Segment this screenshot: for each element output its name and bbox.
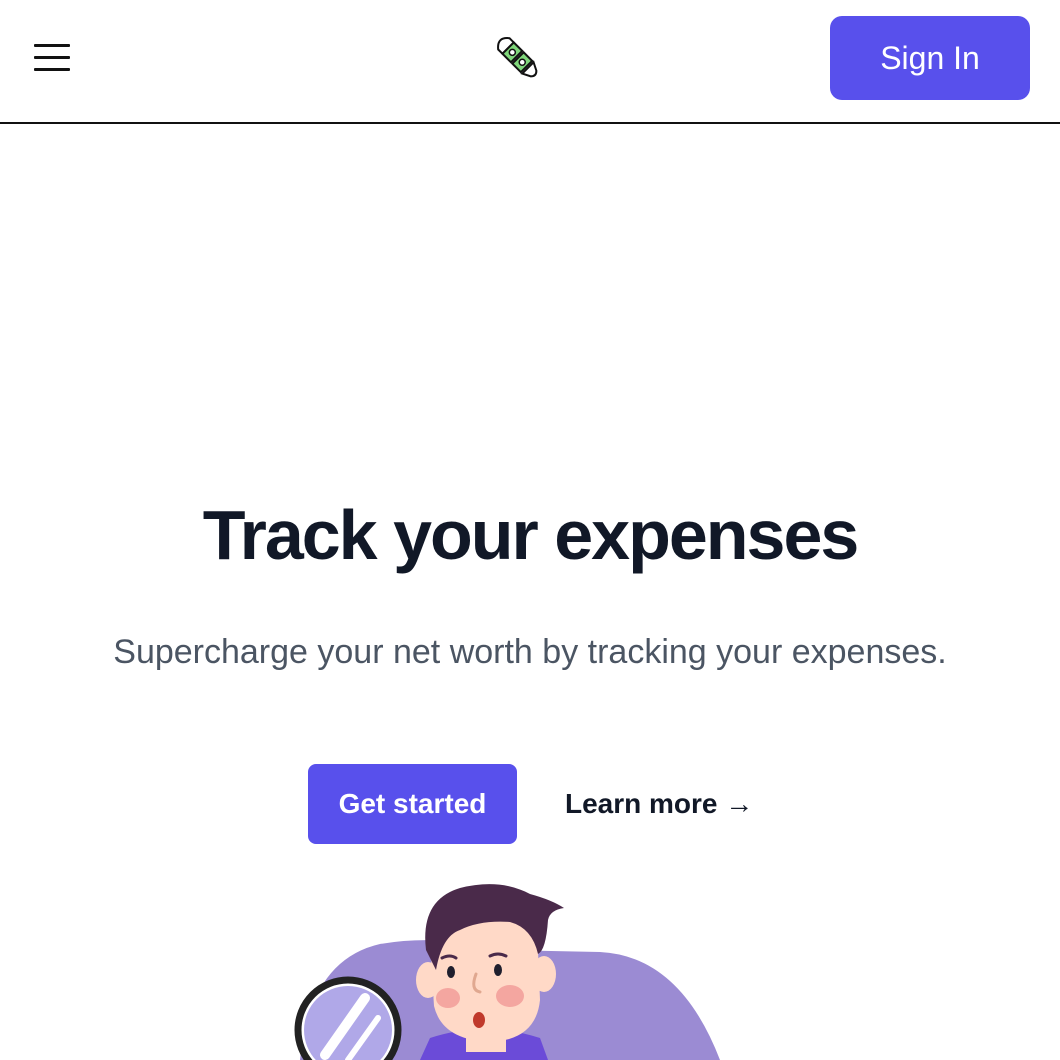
sign-in-button[interactable]: Sign In [830, 16, 1030, 100]
top-navigation-bar: Sign In [0, 0, 1060, 124]
hero-subtitle: Supercharge your net worth by tracking y… [113, 633, 947, 671]
hamburger-menu-icon[interactable] [28, 38, 76, 78]
learn-more-link[interactable]: Learn more → [565, 764, 753, 844]
hero-title: Track your expenses [202, 496, 860, 574]
person-with-magnifying-glass-illustration [294, 884, 720, 1060]
get-started-button[interactable]: Get started [308, 764, 517, 844]
rocket-money-logo-icon[interactable] [490, 30, 546, 86]
